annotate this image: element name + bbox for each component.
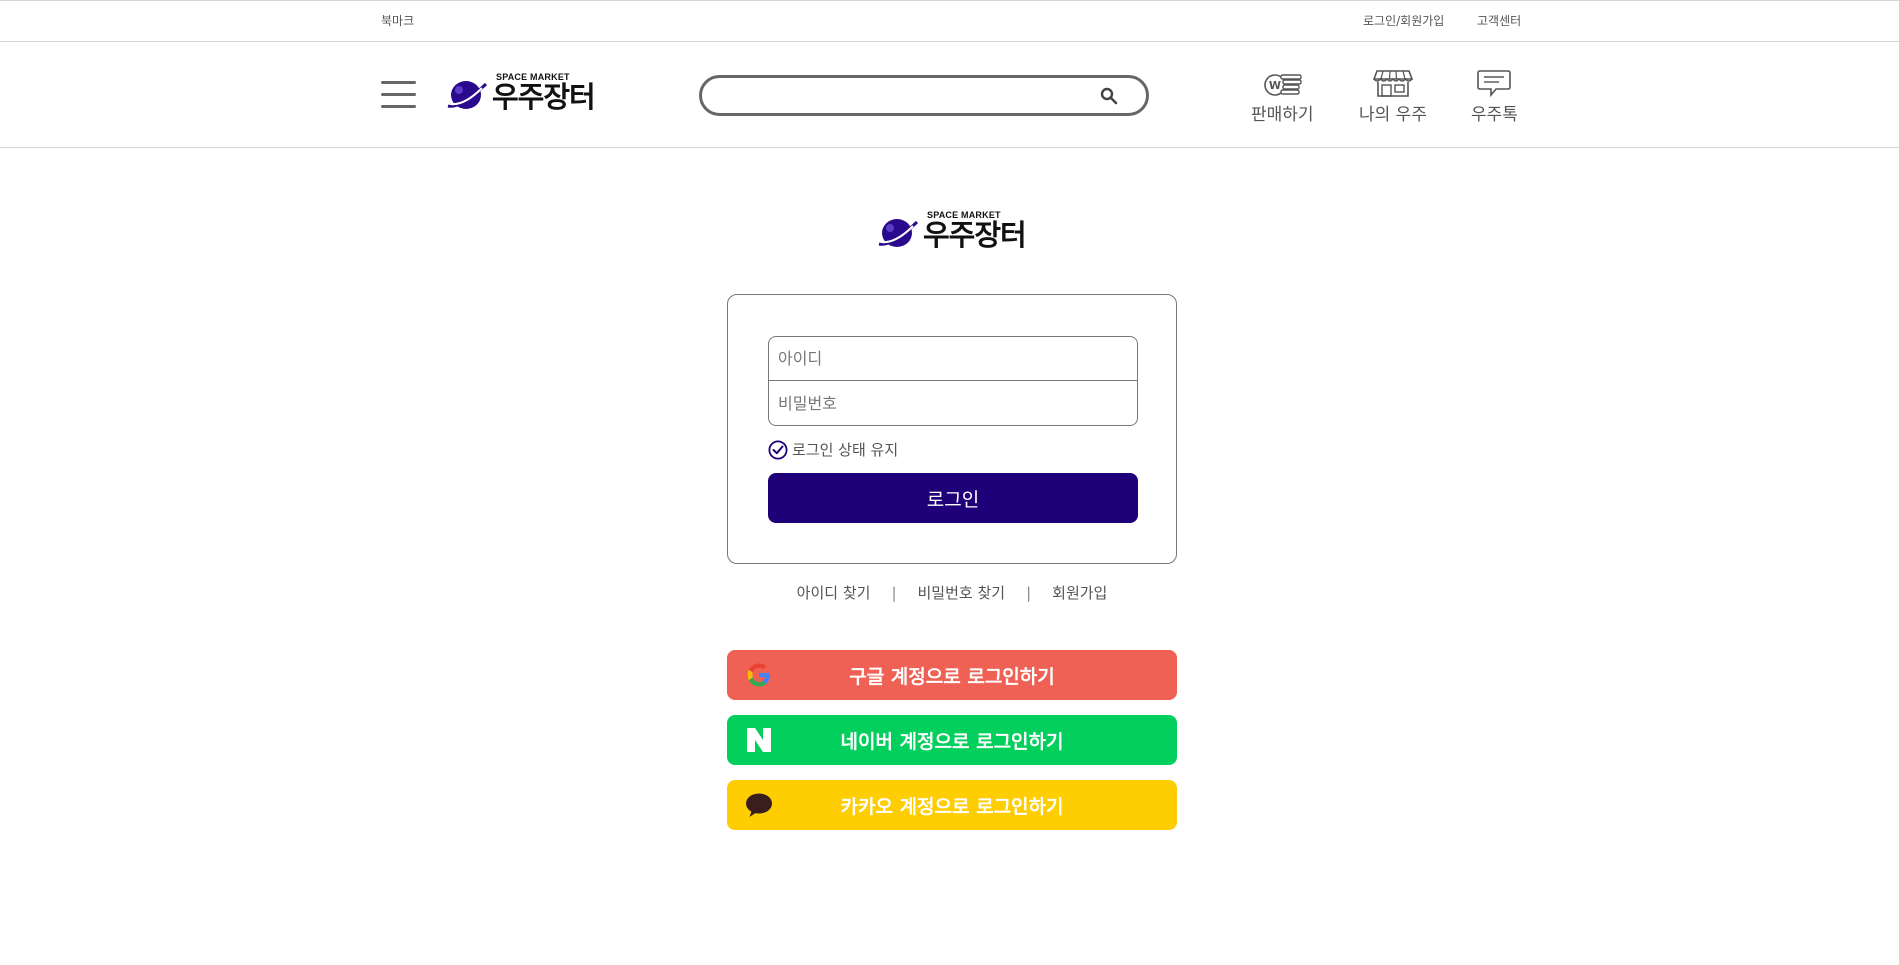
kakao-login-button[interactable]: 카카오 계정으로 로그인하기	[727, 780, 1177, 830]
google-icon	[747, 663, 770, 687]
link-separator: |	[1026, 583, 1032, 602]
svg-text:W: W	[1269, 79, 1281, 92]
customer-center-link[interactable]: 고객센터	[1477, 12, 1521, 29]
naver-icon	[747, 728, 771, 752]
main-header: SPACE MARKET 우주장터 W 판매하기 나의 우주 우주톡	[0, 42, 1899, 148]
keep-logged-in-label: 로그인 상태 유지	[792, 441, 899, 459]
google-login-button[interactable]: 구글 계정으로 로그인하기	[727, 650, 1177, 700]
id-field	[768, 336, 1138, 381]
nav-sell[interactable]: W 판매하기	[1251, 68, 1314, 125]
signup-link[interactable]: 회원가입	[1052, 582, 1107, 603]
naver-login-button[interactable]: 네이버 계정으로 로그인하기	[727, 715, 1177, 765]
check-circle-icon	[768, 439, 788, 460]
logo-title: 우주장터	[923, 218, 1027, 252]
find-password-link[interactable]: 비밀번호 찾기	[918, 582, 1006, 603]
login-button[interactable]: 로그인	[768, 473, 1138, 523]
chat-icon	[1477, 70, 1512, 98]
top-utility-bar: 북마크 로그인/회원가입 고객센터	[0, 0, 1899, 42]
account-links: 아이디 찾기 | 비밀번호 찾기 | 회원가입	[727, 582, 1177, 603]
logo-title: 우주장터	[492, 80, 596, 114]
nav-sell-label: 판매하기	[1251, 105, 1314, 125]
planet-logo-icon	[446, 76, 490, 112]
kakao-login-label: 카카오 계정으로 로그인하기	[840, 795, 1064, 818]
header-logo[interactable]: SPACE MARKET 우주장터	[446, 72, 596, 114]
login-form: 로그인 상태 유지 로그인	[727, 294, 1177, 564]
id-input[interactable]	[769, 337, 1137, 380]
link-separator: |	[891, 583, 897, 602]
won-coin-icon: W	[1264, 74, 1302, 96]
nav-my-space[interactable]: 나의 우주	[1359, 68, 1427, 125]
planet-logo-icon	[877, 214, 921, 250]
kakao-talk-icon	[746, 793, 772, 817]
password-field	[768, 381, 1138, 426]
nav-space-talk[interactable]: 우주톡	[1471, 68, 1518, 125]
nav-my-space-label: 나의 우주	[1359, 105, 1427, 125]
login-logo: SPACE MARKET 우주장터	[877, 210, 1027, 252]
nav-space-talk-label: 우주톡	[1471, 105, 1518, 125]
menu-icon[interactable]	[381, 81, 416, 109]
search-input[interactable]	[718, 84, 1088, 108]
bookmark-link[interactable]: 북마크	[381, 12, 414, 29]
store-icon	[1372, 70, 1414, 97]
find-id-link[interactable]: 아이디 찾기	[797, 582, 871, 603]
search-icon[interactable]	[1100, 87, 1118, 105]
login-signup-link[interactable]: 로그인/회원가입	[1363, 12, 1444, 29]
naver-login-label: 네이버 계정으로 로그인하기	[840, 730, 1064, 753]
google-login-label: 구글 계정으로 로그인하기	[849, 665, 1055, 688]
keep-logged-in-checkbox[interactable]: 로그인 상태 유지	[768, 439, 898, 460]
password-input[interactable]	[769, 381, 1137, 425]
search-bar	[699, 75, 1149, 116]
